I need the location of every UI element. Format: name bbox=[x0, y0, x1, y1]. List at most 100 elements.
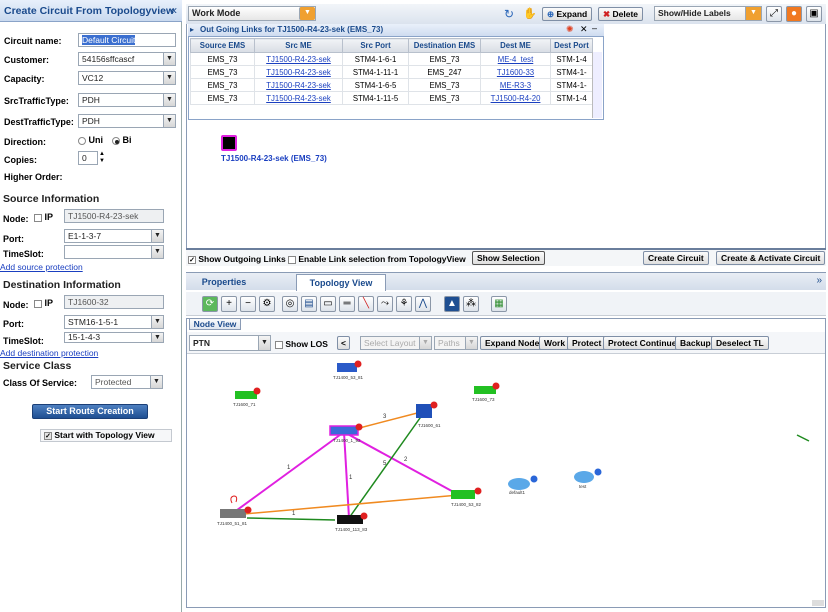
add-source-protection-link[interactable]: Add source protection bbox=[0, 262, 83, 272]
expand-button[interactable]: ⊕ Expand bbox=[542, 7, 593, 21]
collapse-down-icon[interactable]: » bbox=[816, 275, 822, 286]
link-line[interactable] bbox=[232, 494, 460, 516]
network-icon[interactable]: ⚙ bbox=[259, 296, 275, 312]
protect-button[interactable]: Protect bbox=[567, 336, 607, 350]
checkbox-icon[interactable] bbox=[288, 255, 296, 264]
cos-select[interactable]: Protected ▼ bbox=[91, 375, 163, 389]
back-button[interactable]: < bbox=[337, 336, 350, 350]
source-ip-checkbox[interactable]: IP bbox=[34, 212, 53, 222]
cloud-icon[interactable] bbox=[574, 471, 594, 483]
uni-radio[interactable] bbox=[78, 136, 86, 145]
paths-select[interactable]: Paths ▼ bbox=[434, 336, 478, 350]
show-hide-labels-select[interactable]: Show/Hide Labels ▼ bbox=[654, 6, 762, 21]
node-icon[interactable] bbox=[329, 425, 359, 436]
folder-icon[interactable]: ▭ bbox=[320, 296, 336, 312]
show-los-checkbox[interactable]: Show LOS bbox=[275, 339, 328, 349]
column-header[interactable]: Source EMS bbox=[190, 38, 255, 53]
refresh-topology-icon[interactable]: ⟳ bbox=[202, 296, 218, 312]
table-icon[interactable]: ▦ bbox=[491, 296, 507, 312]
node-icon[interactable] bbox=[220, 509, 246, 518]
source-node-input[interactable]: TJ1500-R4-23-sek bbox=[64, 209, 164, 223]
table-row[interactable]: EMS_73 TJ1500-R4-23-sek STM4-1-11-1 EMS_247… bbox=[190, 65, 593, 79]
dest-timeslot-select[interactable]: 15-1-4-3 ▼ bbox=[64, 332, 164, 343]
minimize-icon[interactable]: – bbox=[592, 23, 597, 33]
compass-icon[interactable]: ◎ bbox=[282, 296, 298, 312]
show-outgoing-checkbox[interactable]: ✓ Show Outgoing Links bbox=[188, 254, 286, 264]
dest-me-link[interactable]: ME-4_test bbox=[480, 52, 551, 66]
direction-uni[interactable]: Uni bbox=[78, 135, 103, 145]
checkbox-icon[interactable] bbox=[34, 213, 42, 222]
route-icon[interactable]: ⤳ bbox=[377, 296, 393, 312]
table-scrollbar[interactable] bbox=[592, 52, 602, 118]
dest-me-link[interactable]: TJ1500-R4-20 bbox=[480, 91, 551, 105]
dest-ip-checkbox[interactable]: IP bbox=[34, 298, 53, 308]
export-icon[interactable]: ▣ bbox=[806, 6, 822, 22]
column-header[interactable]: Dest ME bbox=[480, 38, 551, 53]
customer-select[interactable]: 54156sffcascf ▼ bbox=[78, 52, 176, 66]
topology-graph[interactable]: 3 1 1 2 1 5 TJ1400_53_81 TJ1600_71 TJ160… bbox=[187, 355, 825, 607]
deselect-tl-button[interactable]: Deselect TL bbox=[711, 336, 769, 350]
close-icon[interactable]: ✕ bbox=[580, 24, 588, 35]
node-icon[interactable] bbox=[337, 363, 357, 372]
expand-node-button[interactable]: Expand Node bbox=[480, 336, 545, 350]
pin-icon[interactable]: ▸ bbox=[190, 25, 194, 34]
src-traffic-type-select[interactable]: PDH ▼ bbox=[78, 93, 176, 107]
src-me-link[interactable]: TJ1500-R4-23-sek bbox=[254, 65, 343, 79]
line-icon[interactable]: ╲ bbox=[358, 296, 374, 312]
resize-grip-icon[interactable] bbox=[812, 600, 824, 606]
dest-traffic-type-select[interactable]: PDH ▼ bbox=[78, 114, 176, 128]
dest-port-select[interactable]: STM16-1-5-1 ▼ bbox=[64, 315, 164, 329]
dest-node-input[interactable]: TJ1600-32 bbox=[64, 295, 164, 309]
dest-me-link[interactable]: ME-R3-3 bbox=[480, 78, 551, 92]
protect-continue-button[interactable]: Protect Continue bbox=[603, 336, 682, 350]
column-header[interactable]: Dest Port bbox=[550, 38, 593, 53]
src-me-link[interactable]: TJ1500-R4-23-sek bbox=[254, 91, 343, 105]
enable-link-selection-checkbox[interactable]: Enable Link selection from TopologyView bbox=[288, 254, 466, 264]
link-line[interactable] bbox=[796, 434, 810, 442]
work-button[interactable]: Work bbox=[539, 336, 571, 350]
link-line[interactable] bbox=[343, 431, 460, 496]
bi-radio[interactable] bbox=[112, 136, 120, 145]
link-line[interactable] bbox=[246, 517, 336, 521]
select-layout-select[interactable]: Select Layout ▼ bbox=[360, 336, 432, 350]
tab-node-view[interactable]: Node View bbox=[189, 318, 241, 330]
tab-properties[interactable]: Properties bbox=[192, 274, 256, 291]
up-icon[interactable]: ▲ bbox=[444, 296, 460, 312]
start-with-topology-checkbox[interactable]: ✓ Start with Topology View bbox=[40, 429, 172, 442]
table-row[interactable]: EMS_73 TJ1500-R4-23-sek STM4-1-6-1 EMS_73 ME… bbox=[190, 52, 593, 66]
source-timeslot-select[interactable]: ▼ bbox=[64, 245, 164, 259]
save-icon[interactable]: ▤ bbox=[301, 296, 317, 312]
create-circuit-button[interactable]: Create Circuit bbox=[643, 251, 709, 265]
show-selection-button[interactable]: Show Selection bbox=[472, 251, 545, 265]
checkmark-icon[interactable]: ✓ bbox=[44, 431, 52, 440]
hand-icon[interactable]: ✋ bbox=[523, 7, 537, 20]
backup-button[interactable]: Backup bbox=[675, 336, 716, 350]
stepper-arrows-icon[interactable]: ▲ ▼ bbox=[99, 151, 105, 165]
tab-topology-view[interactable]: Topology View bbox=[296, 274, 386, 291]
share-icon[interactable]: ⁂ bbox=[463, 296, 479, 312]
selected-node-icon[interactable] bbox=[221, 135, 237, 151]
src-me-link[interactable]: TJ1500-R4-23-sek bbox=[254, 52, 343, 66]
selected-node-label[interactable]: TJ1500-R4-23-sek (EMS_73) bbox=[221, 154, 327, 163]
group-icon[interactable]: ⚘ bbox=[396, 296, 412, 312]
stop-icon[interactable]: ● bbox=[786, 6, 802, 22]
refresh-icon[interactable]: ↻ bbox=[504, 7, 514, 21]
source-port-select[interactable]: E1-1-3-7 ▼ bbox=[64, 229, 164, 243]
graph-icon[interactable]: ⋀ bbox=[415, 296, 431, 312]
copies-stepper[interactable]: 0 bbox=[78, 151, 98, 165]
column-header[interactable]: Src Port bbox=[342, 38, 409, 53]
start-route-creation-button[interactable]: Start Route Creation bbox=[32, 404, 148, 419]
table-row[interactable]: EMS_73 TJ1500-R4-23-sek STM4-1-11-5 EMS_73 T… bbox=[190, 91, 593, 105]
node-icon[interactable] bbox=[451, 490, 475, 499]
link-line[interactable] bbox=[232, 431, 345, 514]
settings-icon[interactable]: ✺ bbox=[566, 24, 574, 35]
dest-me-link[interactable]: TJ1600-33 bbox=[480, 65, 551, 79]
node-icon[interactable] bbox=[337, 515, 363, 524]
mode-select[interactable]: Work Mode ▼ bbox=[188, 6, 316, 21]
collapse-icon[interactable]: « bbox=[170, 3, 177, 17]
node-icon[interactable] bbox=[474, 386, 496, 394]
fit-view-icon[interactable]: ⤢ bbox=[766, 6, 782, 22]
zoom-in-icon[interactable]: + bbox=[221, 296, 237, 312]
link-icon[interactable]: ═ bbox=[339, 296, 355, 312]
capacity-select[interactable]: VC12 ▼ bbox=[78, 71, 176, 85]
